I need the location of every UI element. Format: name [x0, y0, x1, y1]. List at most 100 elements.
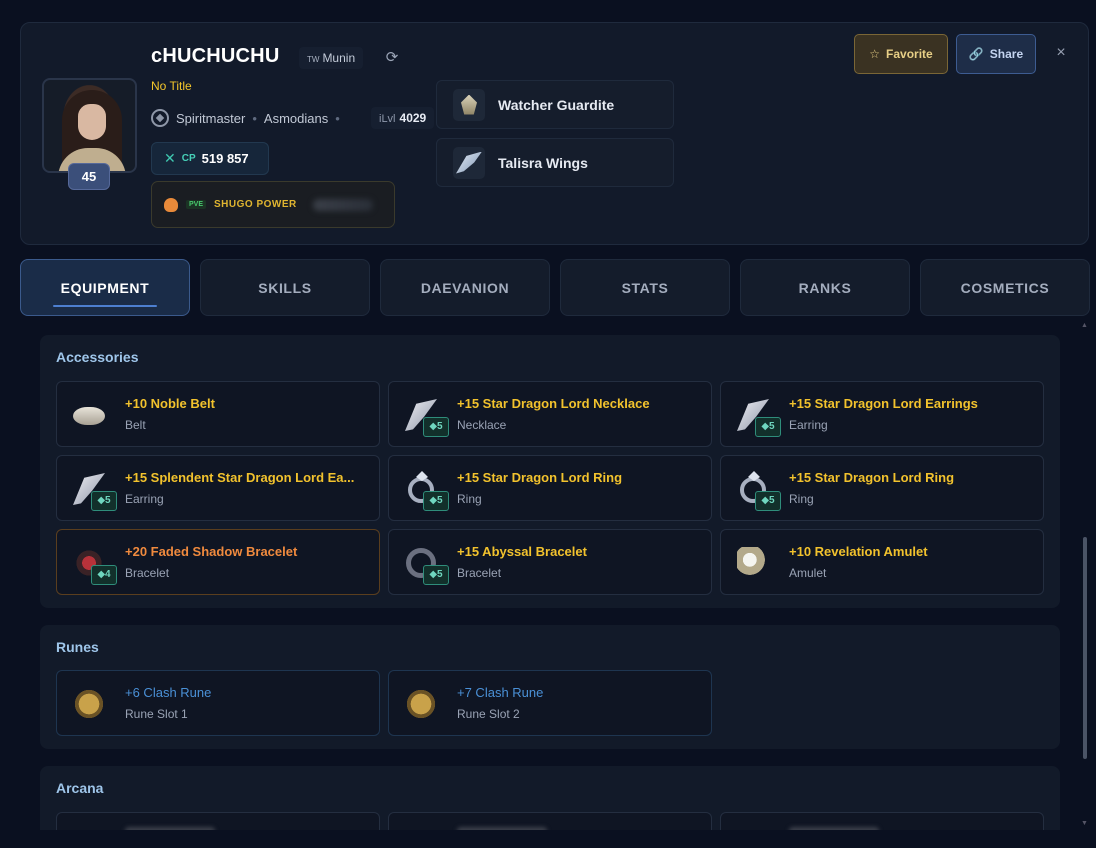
enchant-badge: ◆5 — [91, 491, 117, 511]
glider-slot[interactable]: Watcher Guardite — [436, 80, 674, 129]
tab-cosmetics[interactable]: COSMETICS — [920, 259, 1090, 316]
item-type: Earring — [789, 418, 828, 432]
section-title-arcana: Arcana — [56, 780, 104, 796]
arcana-name-partial — [789, 827, 879, 830]
item-name: +10 Noble Belt — [125, 396, 215, 411]
item-card[interactable]: ◆4 +20 Faded Shadow Bracelet Bracelet — [56, 529, 380, 595]
rune-name: +7 Clash Rune — [457, 685, 544, 700]
item-card[interactable]: ◆5 +15 Star Dragon Lord Earrings Earring — [720, 381, 1044, 447]
ilvl-value: 4029 — [399, 111, 427, 125]
item-type: Belt — [125, 418, 146, 432]
glider-name: Watcher Guardite — [498, 96, 615, 113]
item-name: +15 Star Dragon Lord Necklace — [457, 396, 650, 411]
item-card[interactable]: +10 Noble Belt Belt — [56, 381, 380, 447]
server-badge: TW Munin — [299, 47, 364, 69]
arcana-name-partial — [457, 827, 547, 830]
equipment-panel: Accessories +10 Noble Belt Belt ◆5 +15 S… — [20, 318, 1075, 830]
enchant-badge: ◆5 — [755, 417, 781, 437]
arcana-card[interactable] — [56, 812, 380, 830]
enchant-badge: ◆5 — [423, 491, 449, 511]
item-name: +20 Faded Shadow Bracelet — [125, 544, 298, 559]
runes-section: Runes +6 Clash Rune Rune Slot 1 +7 Clash… — [40, 625, 1060, 749]
shugo-power-value-blurred — [312, 198, 373, 211]
tab-bar: EQUIPMENT SKILLS DAEVANION STATS RANKS C… — [20, 259, 1090, 317]
amulet-icon — [733, 543, 773, 583]
cp-value: 519 857 — [201, 151, 249, 166]
favorite-button[interactable]: ☆ Favorite — [854, 34, 948, 74]
item-name: +10 Revelation Amulet — [789, 544, 928, 559]
item-name: +15 Star Dragon Lord Ring — [789, 470, 955, 485]
refresh-icon[interactable]: ⟳ — [383, 49, 401, 67]
enchant-badge: ◆5 — [423, 417, 449, 437]
tab-ranks[interactable]: RANKS — [740, 259, 910, 316]
item-card[interactable]: ◆5 +15 Splendent Star Dragon Lord Ea... … — [56, 455, 380, 521]
ilvl-label: iLvl — [379, 113, 396, 125]
item-card[interactable]: ◆5 +15 Star Dragon Lord Ring Ring — [388, 455, 712, 521]
share-button[interactable]: 🔗 Share — [956, 34, 1036, 74]
rune-name: +6 Clash Rune — [125, 685, 212, 700]
scrollbar-thumb[interactable] — [1083, 537, 1087, 759]
pve-tag: PVE — [186, 200, 207, 209]
arcana-card[interactable] — [720, 812, 1044, 830]
class-race-row: Spiritmaster • Asmodians • — [151, 109, 340, 127]
cp-label: CP — [181, 153, 196, 164]
arcana-name-partial — [125, 827, 215, 830]
tab-equipment[interactable]: EQUIPMENT — [20, 259, 190, 316]
arcana-icon — [733, 826, 773, 830]
item-name: +15 Star Dragon Lord Ring — [457, 470, 623, 485]
belt-icon — [69, 395, 109, 435]
link-icon: 🔗 — [968, 47, 984, 61]
rune-icon — [69, 684, 109, 724]
arcana-icon — [401, 826, 441, 830]
separator-dot: • — [252, 110, 257, 126]
item-type: Ring — [789, 492, 814, 506]
enchant-badge: ◆5 — [423, 565, 449, 585]
combat-power-badge: ✕ CP 519 857 — [151, 142, 269, 175]
glider-icon — [453, 88, 485, 121]
item-card[interactable]: +10 Revelation Amulet Amulet — [720, 529, 1044, 595]
rune-card[interactable]: +7 Clash Rune Rune Slot 2 — [388, 670, 712, 736]
accessories-section: Accessories +10 Noble Belt Belt ◆5 +15 S… — [40, 335, 1060, 608]
character-portrait — [42, 78, 137, 173]
item-card[interactable]: ◆5 +15 Star Dragon Lord Ring Ring — [720, 455, 1044, 521]
class-icon — [151, 109, 169, 127]
tab-daevanion[interactable]: DAEVANION — [380, 259, 550, 316]
race-name: Asmodians — [263, 110, 329, 126]
wings-icon — [453, 146, 485, 179]
level-badge: 45 — [68, 163, 110, 190]
tab-skills[interactable]: SKILLS — [200, 259, 370, 316]
wings-slot[interactable]: Talisra Wings — [436, 138, 674, 187]
arcana-card[interactable] — [388, 812, 712, 830]
item-card[interactable]: ◆5 +15 Abyssal Bracelet Bracelet — [388, 529, 712, 595]
rune-card[interactable]: +6 Clash Rune Rune Slot 1 — [56, 670, 380, 736]
scroll-down-arrow[interactable]: ▼ — [1081, 820, 1088, 827]
item-card[interactable]: ◆5 +15 Star Dragon Lord Necklace Necklac… — [388, 381, 712, 447]
character-header-card: 45 cHUCHUCHU TW Munin ⟳ No Title Spiritma… — [20, 22, 1089, 245]
server-name: Munin — [322, 51, 356, 65]
item-type: Earring — [125, 492, 164, 506]
tab-stats[interactable]: STATS — [560, 259, 730, 316]
item-name: +15 Abyssal Bracelet — [457, 544, 587, 559]
combat-power-icon: ✕ — [164, 150, 176, 166]
item-name: +15 Star Dragon Lord Earrings — [789, 396, 978, 411]
item-type: Amulet — [789, 566, 827, 580]
enchant-badge: ◆5 — [755, 491, 781, 511]
share-label: Share — [989, 47, 1024, 61]
close-button[interactable]: × — [1051, 43, 1071, 63]
section-title-runes: Runes — [56, 639, 99, 655]
item-name: +15 Splendent Star Dragon Lord Ea... — [125, 470, 355, 485]
rune-slot: Rune Slot 1 — [125, 707, 188, 721]
character-name: cHUCHUCHU — [151, 45, 280, 67]
rune-icon — [401, 684, 441, 724]
separator-dot: • — [335, 110, 340, 126]
shugo-power-panel: PVE SHUGO POWER — [151, 181, 395, 228]
favorite-label: Favorite — [886, 47, 933, 61]
item-type: Bracelet — [457, 566, 502, 580]
item-type: Ring — [457, 492, 482, 506]
section-title-accessories: Accessories — [56, 349, 139, 365]
class-name: Spiritmaster — [176, 110, 246, 126]
arcana-section: Arcana — [40, 766, 1060, 830]
item-level-badge: iLvl 4029 — [371, 107, 435, 129]
character-title: No Title — [151, 79, 192, 93]
item-type: Necklace — [457, 418, 507, 432]
